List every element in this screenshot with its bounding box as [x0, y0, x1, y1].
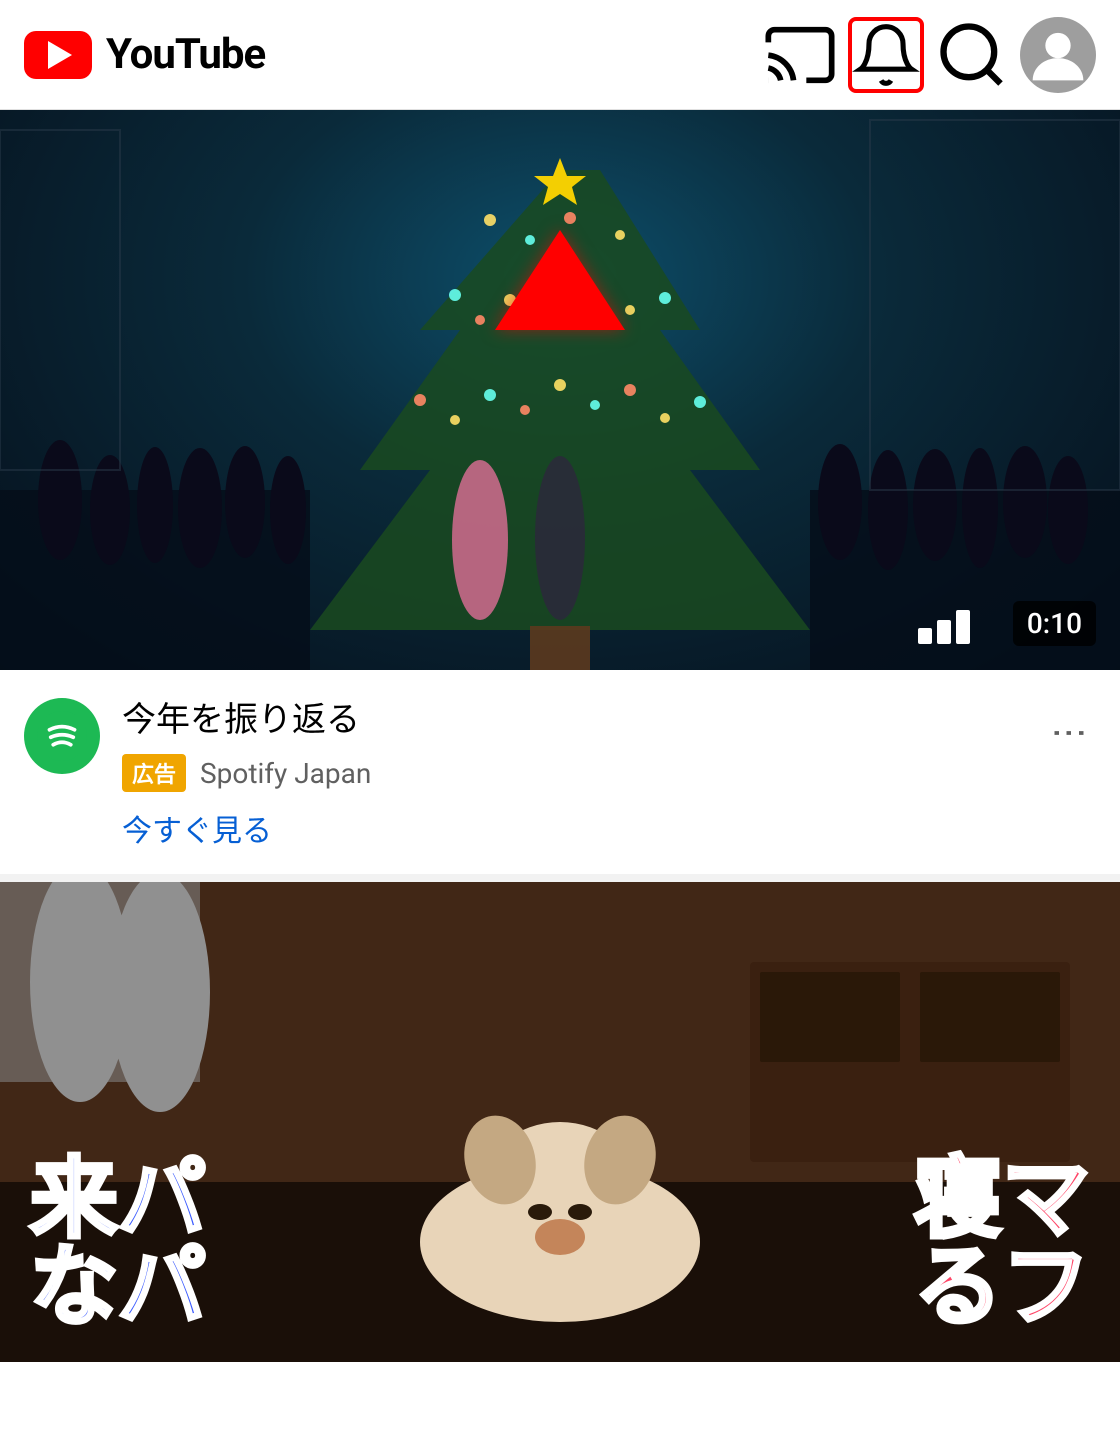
- jp-char-3: 寝マ: [914, 1156, 1090, 1244]
- signal-bar-1: [918, 628, 932, 644]
- video-info-section: 今年を振り返る 広告 Spotify Japan 今すぐ見る ⋮: [0, 670, 1120, 882]
- logo-area: YouTube: [24, 30, 265, 79]
- notification-button[interactable]: [848, 17, 924, 93]
- jp-char-2: なパ: [30, 1244, 206, 1332]
- bell-icon: [852, 21, 920, 89]
- jp-text-left: 来パ なパ: [30, 1156, 206, 1332]
- channel-row: 広告 Spotify Japan: [122, 754, 1022, 792]
- signal-bars: [918, 610, 970, 644]
- cast-button[interactable]: [762, 17, 838, 93]
- header-actions: [762, 17, 1096, 93]
- search-button[interactable]: [934, 17, 1010, 93]
- app-title: YouTube: [106, 30, 265, 79]
- tutorial-arrow-up: [495, 230, 625, 330]
- jp-text-right: 寝マ るフ: [914, 1156, 1090, 1332]
- search-icon: [934, 17, 1010, 93]
- video-title: 今年を振り返る: [122, 698, 1022, 742]
- account-icon: [1020, 17, 1096, 93]
- app-header: YouTube: [0, 0, 1120, 110]
- youtube-logo-icon: [24, 31, 92, 79]
- jp-char-4: るフ: [914, 1244, 1090, 1332]
- video-player[interactable]: 0:10: [0, 110, 1120, 670]
- channel-avatar[interactable]: [24, 698, 100, 774]
- cast-icon: [762, 17, 838, 93]
- more-dots-icon: ⋮: [1049, 715, 1091, 753]
- video-background: [0, 110, 1120, 670]
- account-button[interactable]: [1020, 17, 1096, 93]
- channel-name: Spotify Japan: [200, 757, 371, 790]
- signal-bar-3: [956, 610, 970, 644]
- ad-badge: 広告: [122, 754, 186, 792]
- spotify-logo-icon: [37, 711, 87, 761]
- more-options-button[interactable]: ⋮: [1044, 708, 1096, 760]
- jp-char-1: 来パ: [30, 1156, 206, 1244]
- cta-button[interactable]: 今すぐ見る: [122, 814, 272, 849]
- jp-text-overlay: 来パ なパ 寝マ るフ: [0, 882, 1120, 1362]
- video-metadata: 今年を振り返る 広告 Spotify Japan 今すぐ見る: [122, 698, 1022, 850]
- video-duration: 0:10: [1013, 601, 1096, 646]
- signal-bar-2: [937, 620, 951, 644]
- second-video-thumbnail[interactable]: 来パ なパ 寝マ るフ: [0, 882, 1120, 1362]
